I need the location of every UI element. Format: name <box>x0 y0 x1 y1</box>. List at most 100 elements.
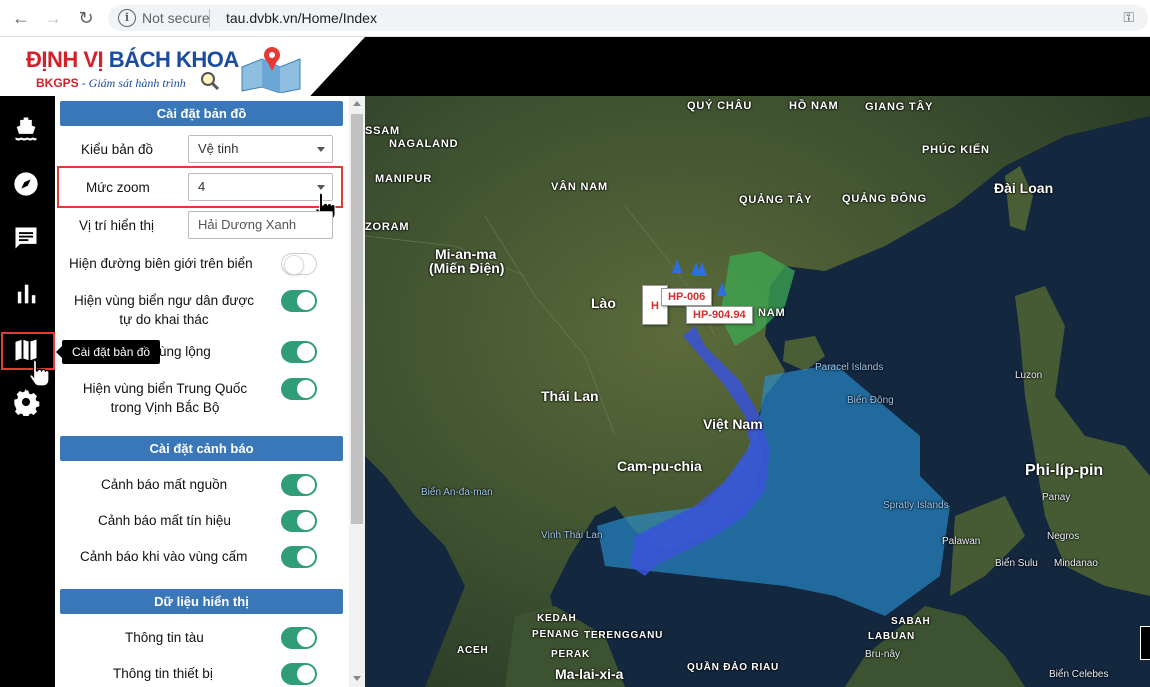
toggle-label: Thông tin thiết bị <box>113 666 213 681</box>
chat-icon[interactable] <box>12 224 42 254</box>
map-label: NAM <box>758 307 786 319</box>
map-label: Panay <box>1042 492 1071 503</box>
map-type-label: Kiểu bản đồ <box>81 142 154 157</box>
map-label: QUẢNG TÂY <box>739 194 813 206</box>
logo-sub-brand: BKGPS <box>36 76 79 90</box>
toggle-label: Hiện vùng biển ngư dân được tự do khai t… <box>73 293 255 327</box>
app-header: ĐỊNH VỊ BÁCH KHOA BKGPS - Giám sát hành … <box>0 37 1150 96</box>
map-label: Vịnh Thái Lan <box>541 530 603 541</box>
zoom-select[interactable]: 4 <box>188 173 333 201</box>
settings-panel: Cài đặt bản đồ Kiểu bản đồ Vệ tinh Mức z… <box>55 96 349 687</box>
panel-scrollbar[interactable] <box>349 96 365 687</box>
scroll-thumb[interactable] <box>351 114 363 524</box>
maritime-border-toggle[interactable] <box>281 253 317 275</box>
map-label: Bru-nây <box>865 649 901 660</box>
chart-icon[interactable] <box>12 280 42 310</box>
key-icon[interactable]: ⚿ <box>1123 9 1134 26</box>
map-label: PENANG <box>532 629 580 640</box>
toggle-label: Thông tin tàu <box>125 630 204 645</box>
chevron-down-icon <box>317 147 325 152</box>
free-fishing-zone-toggle[interactable] <box>281 290 317 312</box>
logo[interactable]: ĐỊNH VỊ BÁCH KHOA BKGPS - Giám sát hành … <box>0 37 365 96</box>
forward-arrow-icon[interactable]: → <box>42 7 64 29</box>
icon-sidebar <box>0 96 55 687</box>
map-label: HỒ NAM <box>789 100 839 112</box>
map-zoom-control[interactable] <box>1140 626 1150 660</box>
toggle-label: Hiện đường biên giới trên biển <box>69 256 253 271</box>
zoom-value: 4 <box>198 179 206 194</box>
map-label: Đài Loan <box>994 180 1054 196</box>
toggle-label: Cảnh báo mất nguồn <box>101 477 228 492</box>
map-label: LABUAN <box>868 631 916 642</box>
position-label: Vị trí hiển thị <box>79 218 155 233</box>
map-label: ACEH <box>457 645 489 656</box>
inshore-zone-toggle[interactable] <box>281 341 317 363</box>
back-arrow-icon[interactable]: ← <box>10 7 32 29</box>
map-label: Mindanao <box>1054 558 1098 569</box>
logo-subtitle: BKGPS - Giám sát hành trình <box>36 76 186 91</box>
map-label: Paracel Islands <box>815 362 884 373</box>
satellite-map[interactable]: SSAM NAGALAND MANIPUR ZORAM QUÝ CHÂU HỒ … <box>365 96 1150 687</box>
logo-title: ĐỊNH VỊ BÁCH KHOA <box>26 47 239 73</box>
map-label: QUÝ CHÂU <box>687 100 753 112</box>
vessel-label[interactable]: HP-904.94 <box>686 306 753 324</box>
position-select[interactable]: Hải Dương Xanh <box>188 211 333 239</box>
map-label: Phi-líp-pin <box>1025 462 1104 479</box>
map-label: PERAK <box>551 649 591 660</box>
map-label: Thái Lan <box>541 388 599 404</box>
address-bar[interactable]: i Not secure tau.dvbk.vn/Home/Index ⚿ <box>108 5 1148 31</box>
tooltip: Cài đặt bản đồ <box>55 340 161 364</box>
browser-toolbar: ← → ↻ i Not secure tau.dvbk.vn/Home/Inde… <box>0 0 1150 37</box>
map-label: PHÚC KIẾN <box>922 144 990 156</box>
map-label: GIANG TÂY <box>865 101 934 113</box>
map-label: QUẢNG ĐÔNG <box>842 193 927 205</box>
section-header-alert-settings: Cài đặt cảnh báo <box>60 436 343 461</box>
logo-sub-text: - Giám sát hành trình <box>78 76 186 90</box>
map-label: KEDAH <box>537 613 577 624</box>
map-label: SABAH <box>891 616 931 627</box>
map-label: SSAM <box>365 125 400 137</box>
logo-title-red: ĐỊNH VỊ <box>26 47 109 72</box>
compass-icon[interactable] <box>12 170 42 200</box>
china-zone-toggle[interactable] <box>281 378 317 400</box>
magnifier-icon <box>201 72 220 91</box>
scroll-down-icon[interactable] <box>353 676 361 681</box>
map-label: Cam-pu-chia <box>617 458 702 474</box>
map-label: ZORAM <box>365 221 410 233</box>
vessel-arrow-icon[interactable] <box>717 282 727 296</box>
map-type-select[interactable]: Vệ tinh <box>188 135 333 163</box>
map-label: Lào <box>591 295 616 311</box>
position-value: Hải Dương Xanh <box>198 217 297 232</box>
section-header-map-settings: Cài đặt bản đồ <box>60 101 343 126</box>
map-label: Spratly Islands <box>883 500 949 511</box>
device-info-toggle[interactable] <box>281 663 317 685</box>
divider <box>209 9 210 27</box>
reload-icon[interactable]: ↻ <box>75 7 97 29</box>
power-loss-alert-toggle[interactable] <box>281 474 317 496</box>
signal-loss-alert-toggle[interactable] <box>281 510 317 532</box>
scroll-up-icon[interactable] <box>353 101 361 106</box>
vessel-info-toggle[interactable] <box>281 627 317 649</box>
map-label: TERENGGANU <box>584 630 664 641</box>
ship-icon[interactable] <box>12 114 42 144</box>
map-type-value: Vệ tinh <box>198 141 239 156</box>
toggle-label: Cảnh báo mất tín hiệu <box>98 513 231 528</box>
toggle-label: Hiện vùng biển Trung Quốc trong Vịnh Bắc… <box>82 381 248 415</box>
url-text[interactable]: tau.dvbk.vn/Home/Index <box>226 10 377 26</box>
vessel-label[interactable]: HP-006 <box>661 288 713 306</box>
zoom-label: Mức zoom <box>86 180 150 195</box>
restricted-zone-alert-toggle[interactable] <box>281 546 317 568</box>
map-label: Biển Đông <box>847 395 894 406</box>
toggle-label: Cảnh báo khi vào vùng cấm <box>80 549 248 564</box>
map-label: Biển Celebes <box>1049 669 1109 680</box>
info-icon[interactable]: i <box>118 9 136 27</box>
map-label: Negros <box>1047 531 1080 542</box>
map-label: VÂN NAM <box>551 181 608 193</box>
map-pin-logo-icon <box>241 47 301 93</box>
gear-icon[interactable] <box>12 388 42 418</box>
map-label: Việt Nam <box>703 416 763 432</box>
map-label: MANIPUR <box>375 173 432 185</box>
vessel-arrow-icon[interactable] <box>672 259 682 273</box>
vessel-arrow-icon[interactable] <box>697 262 707 276</box>
section-header-display-data: Dữ liệu hiển thị <box>60 589 343 614</box>
